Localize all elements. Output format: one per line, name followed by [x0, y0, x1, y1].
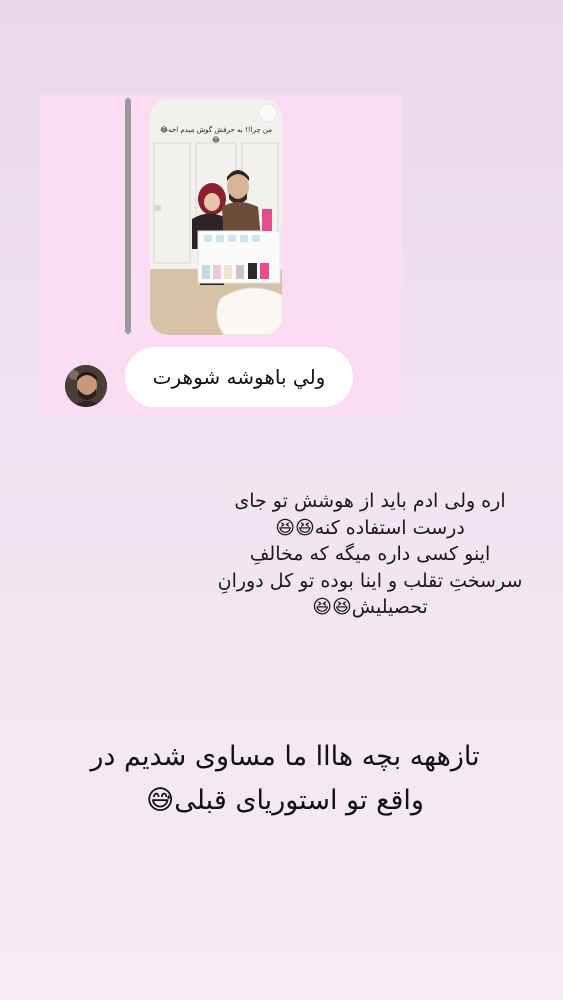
profile-photo	[65, 365, 107, 407]
reply-text: ولي باهوشه شوهرت	[152, 365, 326, 389]
headline-line: تازههه بچه هااا ما مساوی شدیم در	[90, 741, 480, 772]
shared-story-card[interactable]: من چرا!! به حرفش گوش میدم اخه😂😂 ولي باهو…	[40, 95, 402, 417]
comment-line: تحصیلیش😆😆	[312, 596, 428, 618]
headline-line: واقع تو استوریای قبلی😅	[146, 785, 424, 816]
comment-line: اره ولی ادم باید از هوشش تو جای	[234, 490, 506, 512]
story-reply-bar	[125, 98, 131, 334]
comment-line: اینو کسی داره میگه که مخالفِ	[249, 543, 491, 565]
comment-line: درست استفاده کنه😆😆	[275, 516, 465, 539]
story-comment-text: اره ولی ادم باید از هوشش تو جای درست است…	[205, 488, 535, 621]
avatar[interactable]	[65, 365, 107, 407]
comment-line: سرسختِ تقلب و اینا بوده تو کل دورانِ	[217, 569, 523, 592]
story-caption: من چرا!! به حرفش گوش میدم اخه😂😂	[160, 126, 272, 144]
story-photo[interactable]: من چرا!! به حرفش گوش میدم اخه😂😂	[150, 99, 282, 335]
story-headline-text: تازههه بچه هااا ما مساوی شدیم در واقع تو…	[40, 735, 530, 823]
reply-bubble[interactable]: ولي باهوشه شوهرت	[125, 347, 353, 407]
